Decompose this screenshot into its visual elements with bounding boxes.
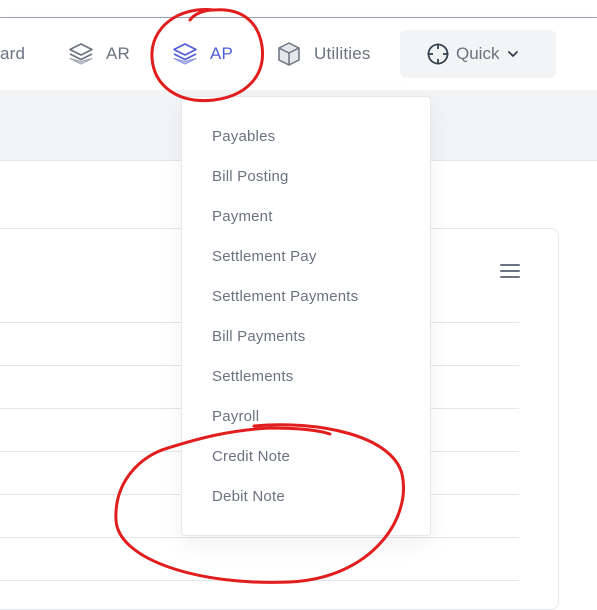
table-row-divider	[0, 580, 519, 581]
top-navbar: ard AR AP Utilities Quick	[0, 18, 597, 90]
nav-item-ar-label: AR	[106, 44, 131, 63]
quick-label: Quick	[456, 44, 500, 63]
nav-item-utilities-label: Utilities	[314, 44, 371, 63]
layers-icon	[172, 41, 198, 67]
menu-item-bill-posting[interactable]: Bill Posting	[212, 168, 289, 185]
menu-item-bill-payments[interactable]: Bill Payments	[212, 328, 305, 345]
layers-icon	[68, 41, 94, 67]
nav-item-utilities[interactable]: Utilities	[276, 18, 371, 90]
quick-menu-button[interactable]: Quick	[400, 30, 556, 78]
menu-item-credit-note[interactable]: Credit Note	[212, 448, 290, 465]
nav-item-ar[interactable]: AR	[68, 18, 130, 90]
nav-item-dashboard-label: ard	[0, 44, 26, 63]
menu-item-settlement-pay[interactable]: Settlement Pay	[212, 248, 317, 265]
menu-item-settlement-payments[interactable]: Settlement Payments	[212, 288, 358, 305]
table-row-divider	[0, 537, 519, 538]
ap-dropdown-menu: Payables Bill Posting Payment Settlement…	[181, 96, 431, 536]
menu-item-payroll[interactable]: Payroll	[212, 408, 259, 425]
top-border	[0, 0, 597, 18]
menu-item-debit-note[interactable]: Debit Note	[212, 488, 285, 505]
menu-item-settlements[interactable]: Settlements	[212, 368, 293, 385]
menu-item-payables[interactable]: Payables	[212, 128, 275, 145]
hamburger-icon[interactable]	[500, 264, 520, 280]
nav-item-ap-label: AP	[210, 44, 234, 63]
cube-icon	[276, 41, 302, 67]
menu-item-payment[interactable]: Payment	[212, 208, 273, 225]
nav-item-ap[interactable]: AP	[172, 18, 233, 90]
nav-item-dashboard[interactable]: ard	[0, 18, 25, 90]
crosshair-icon	[426, 42, 450, 66]
chevron-down-icon	[507, 48, 519, 60]
